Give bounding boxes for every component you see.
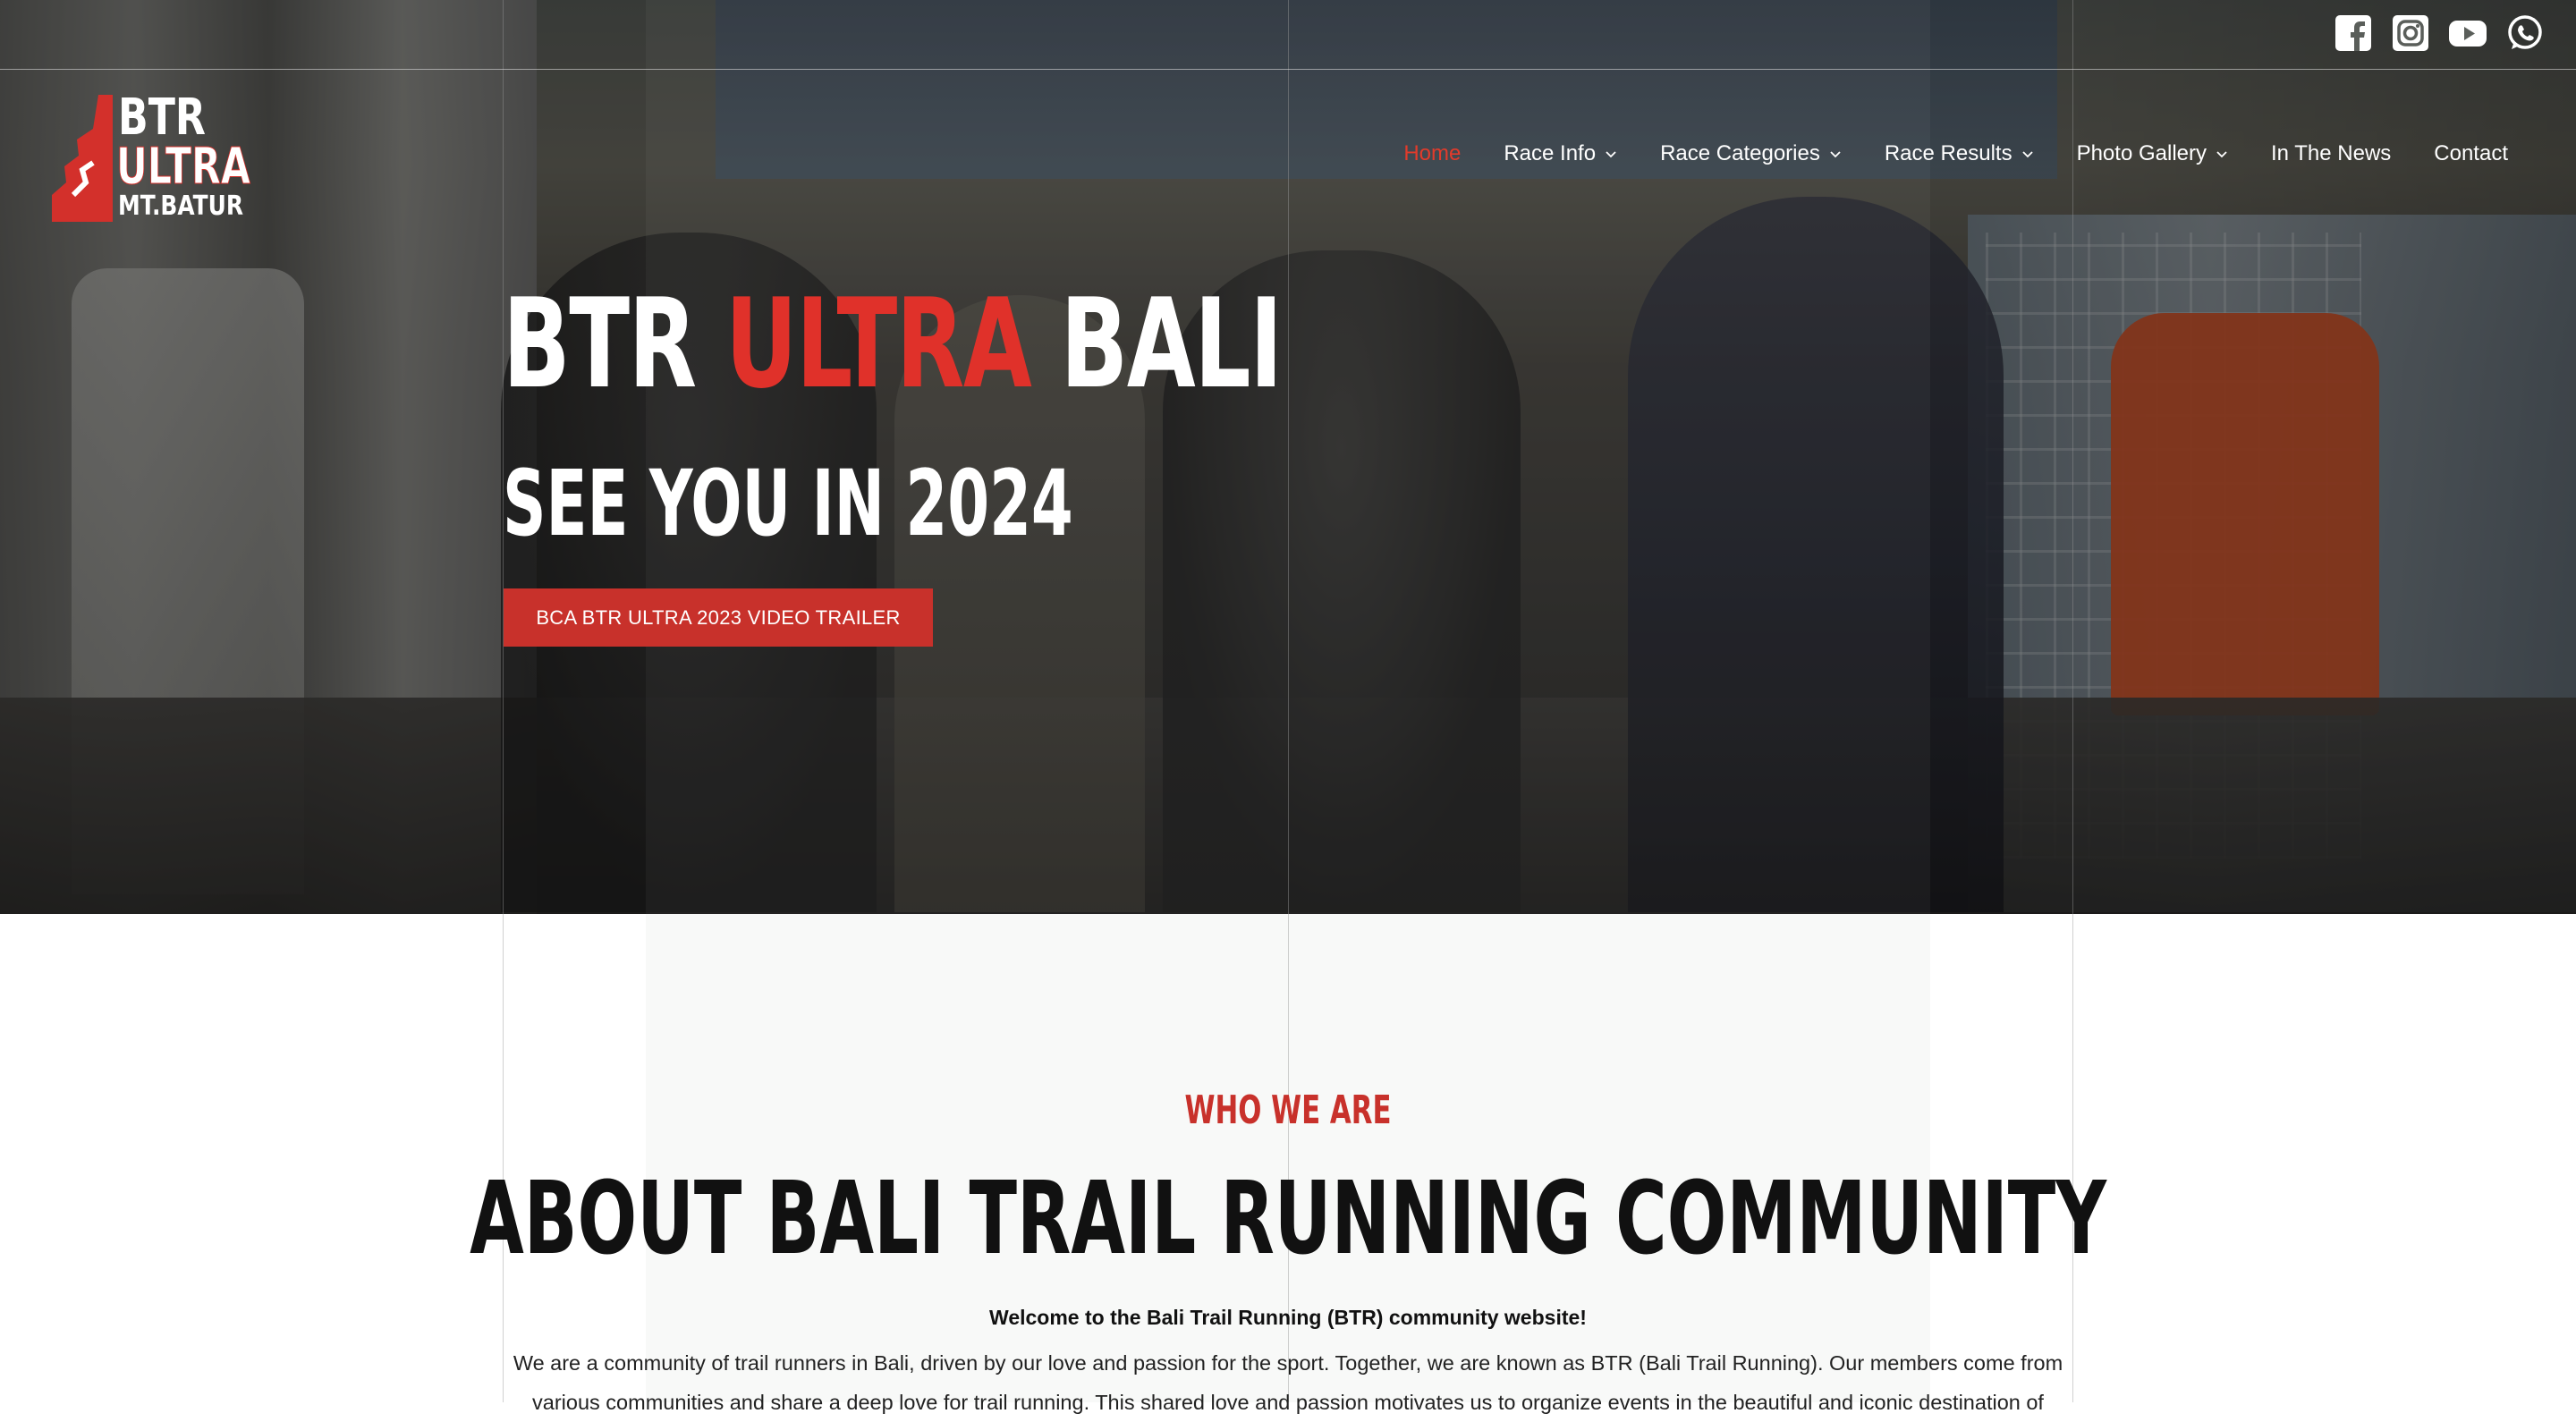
topbar-divider <box>0 69 2576 70</box>
nav-item-race-results[interactable]: Race Results <box>1885 141 2034 166</box>
hero-subtitle: SEE YOU IN 2024 <box>503 451 1073 557</box>
hero-title-part1: BTR <box>503 272 725 416</box>
nav-item-label: Race Categories <box>1660 141 1820 165</box>
nav-item-contact[interactable]: Contact <box>2434 141 2508 166</box>
nav-item-race-categories[interactable]: Race Categories <box>1660 141 1842 166</box>
section-title-text: ABOUT BALI TRAIL RUNNING COMMUNITY <box>470 1161 2106 1277</box>
chevron-down-icon <box>2021 151 2033 158</box>
chevron-down-icon <box>1606 151 1616 158</box>
chevron-down-icon <box>1830 151 1841 158</box>
nav-item-race-info[interactable]: Race Info <box>1504 141 1617 166</box>
nav-item-label: Race Info <box>1504 141 1597 165</box>
hero-title-part2: BALI <box>1030 272 1284 416</box>
nav-item-label: Contact <box>2434 141 2508 165</box>
nav-item-label: Race Results <box>1884 141 2012 165</box>
nav-item-photo-gallery[interactable]: Photo Gallery <box>2077 141 2228 166</box>
main-navigation: Home Race Info Race Categories Race Resu… <box>1403 141 2508 166</box>
whatsapp-icon[interactable] <box>2506 14 2544 52</box>
hero-title-accent: ULTRA <box>724 272 1032 416</box>
facebook-icon[interactable] <box>2334 14 2372 52</box>
hero-title: BTR ULTRA BALI <box>503 268 1284 420</box>
logo-line-3: MT.BATUR <box>118 190 243 222</box>
nav-item-home[interactable]: Home <box>1403 141 1461 166</box>
section-eyebrow-text: WHO WE ARE <box>1184 1088 1392 1133</box>
nav-item-label: In The News <box>2270 141 2392 165</box>
btr-ultra-logo[interactable]: BTR ULTRA MT.BATUR <box>47 89 258 224</box>
chevron-down-icon <box>2216 151 2227 158</box>
youtube-icon[interactable] <box>2449 14 2487 52</box>
nav-item-label: Home <box>1403 141 1462 165</box>
nav-item-label: Photo Gallery <box>2076 141 2207 165</box>
social-links <box>2334 14 2544 52</box>
section-title: ABOUT BALI TRAIL RUNNING COMMUNITY <box>0 1161 2576 1277</box>
video-trailer-button[interactable]: BCA BTR ULTRA 2023 VIDEO TRAILER <box>504 588 933 647</box>
about-paragraph: We are a community of trail runners in B… <box>513 1351 2063 1414</box>
logo-mountain-shape <box>52 95 113 222</box>
logo-mark: BTR ULTRA MT.BATUR <box>52 89 251 222</box>
instagram-icon[interactable] <box>2392 14 2429 52</box>
section-eyebrow: WHO WE ARE <box>0 1084 2576 1138</box>
nav-item-in-the-news[interactable]: In The News <box>2271 141 2391 166</box>
logo-line-2: ULTRA <box>116 138 251 196</box>
welcome-text: Welcome to the Bali Trail Running (BTR) … <box>989 1306 1587 1329</box>
